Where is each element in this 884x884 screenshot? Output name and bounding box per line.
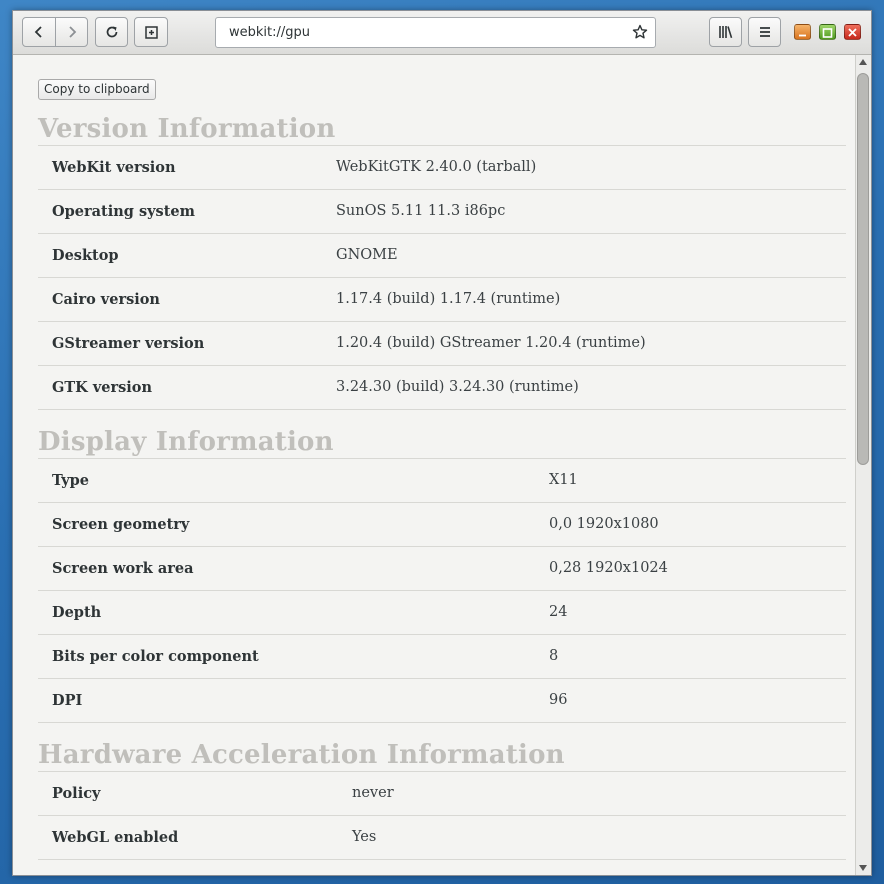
- scroll-down-arrow-icon[interactable]: [859, 865, 867, 871]
- row-key: DPI: [52, 692, 83, 709]
- table-row: DPI 96: [38, 679, 846, 723]
- section-title: Hardware Acceleration Information: [38, 739, 846, 772]
- section-display-information: Display Information Type X11 Screen geome…: [38, 426, 846, 723]
- row-key: Operating system: [52, 203, 195, 220]
- url-text: webkit://gpu: [229, 25, 311, 40]
- copy-to-clipboard-button[interactable]: Copy to clipboard: [38, 79, 156, 100]
- maximize-button[interactable]: [819, 24, 836, 40]
- hamburger-menu-icon: [759, 27, 770, 37]
- table-row: Operating system SunOS 5.11 11.3 i86pc: [38, 190, 846, 234]
- minimize-icon: [799, 34, 806, 37]
- table-row: WebGL enabled Yes: [38, 816, 846, 860]
- table-row: Screen geometry 0,0 1920x1080: [38, 503, 846, 547]
- chevron-right-icon: [68, 26, 76, 38]
- table-row: Desktop GNOME: [38, 234, 846, 278]
- info-table: Type X11 Screen geometry 0,0 1920x1080 Scr…: [38, 459, 846, 723]
- row-value: 0,0 1920x1080: [549, 516, 659, 532]
- table-row: Cairo version 1.17.4 (build) 1.17.4 (runt…: [38, 278, 846, 322]
- section-title: Version Information: [38, 113, 846, 146]
- browser-window: webkit://gpu Copy to clipboard Version I…: [12, 10, 872, 876]
- table-row: GStreamer version 1.20.4 (build) GStreame…: [38, 322, 846, 366]
- table-row: Type X11: [38, 459, 846, 503]
- close-icon: [848, 28, 857, 37]
- back-button[interactable]: [22, 17, 56, 47]
- row-value: GNOME: [336, 247, 398, 263]
- row-key: Cairo version: [52, 291, 160, 308]
- scrollbar-thumb[interactable]: [857, 73, 869, 465]
- minimize-button[interactable]: [794, 24, 811, 40]
- row-key: GStreamer version: [52, 335, 205, 352]
- row-value: Yes: [352, 829, 377, 845]
- row-value: 0,28 1920x1024: [549, 560, 668, 576]
- row-value: 3.24.30 (build) 3.24.30 (runtime): [336, 379, 579, 395]
- section-title: Display Information: [38, 426, 846, 459]
- row-key: Desktop: [52, 247, 119, 264]
- star-icon: [632, 24, 648, 39]
- page-content: Copy to clipboard Version Information We…: [13, 55, 855, 875]
- row-value: 1.20.4 (build) GStreamer 1.20.4 (runtime…: [336, 335, 646, 351]
- row-key: GTK version: [52, 379, 152, 396]
- new-tab-icon: [144, 25, 158, 39]
- table-row: WebKit version WebKitGTK 2.40.0 (tarball): [38, 146, 846, 190]
- row-value: never: [352, 785, 394, 801]
- row-key: WebGL enabled: [52, 829, 179, 846]
- row-key: Screen work area: [52, 560, 194, 577]
- library-icon: [718, 26, 732, 39]
- table-row: Depth 24: [38, 591, 846, 635]
- table-row: Policy never: [38, 772, 846, 816]
- row-value: 1.17.4 (build) 1.17.4 (runtime): [336, 291, 561, 307]
- row-value: X11: [549, 472, 578, 488]
- table-row: GTK version 3.24.30 (build) 3.24.30 (runt…: [38, 366, 846, 410]
- row-value: WebKitGTK 2.40.0 (tarball): [336, 159, 537, 175]
- vertical-scrollbar[interactable]: [855, 55, 871, 875]
- row-key: Type: [52, 472, 89, 489]
- row-key: Depth: [52, 604, 102, 621]
- row-key: Policy: [52, 785, 101, 802]
- row-key: Bits per color component: [52, 648, 259, 665]
- section-version-information: Version Information WebKit version WebKit…: [38, 113, 846, 410]
- chevron-left-icon: [34, 26, 42, 38]
- table-row: Screen work area 0,28 1920x1024: [38, 547, 846, 591]
- row-value: SunOS 5.11 11.3 i86pc: [336, 203, 506, 219]
- row-value: 8: [549, 648, 559, 664]
- forward-button[interactable]: [55, 17, 88, 47]
- row-key: WebKit version: [52, 159, 176, 176]
- row-value: 96: [549, 692, 568, 708]
- table-row: Bits per color component 8: [38, 635, 846, 679]
- reload-button[interactable]: [95, 17, 128, 47]
- maximize-icon: [822, 28, 833, 38]
- header-bar: webkit://gpu: [13, 11, 871, 55]
- reload-icon: [106, 26, 117, 38]
- info-table: WebKit version WebKitGTK 2.40.0 (tarball)…: [38, 146, 846, 410]
- row-key: Screen geometry: [52, 516, 190, 533]
- new-tab-button[interactable]: [134, 17, 168, 47]
- bookmark-star-button[interactable]: [632, 24, 648, 44]
- library-button[interactable]: [709, 17, 742, 47]
- menu-button[interactable]: [748, 17, 781, 47]
- section-hardware-acceleration-information: Hardware Acceleration Information Policy…: [38, 739, 846, 860]
- info-table: Policy never WebGL enabled Yes: [38, 772, 846, 860]
- close-button[interactable]: [844, 24, 861, 40]
- url-bar[interactable]: webkit://gpu: [215, 17, 656, 48]
- scroll-up-arrow-icon[interactable]: [859, 59, 867, 65]
- row-value: 24: [549, 604, 568, 620]
